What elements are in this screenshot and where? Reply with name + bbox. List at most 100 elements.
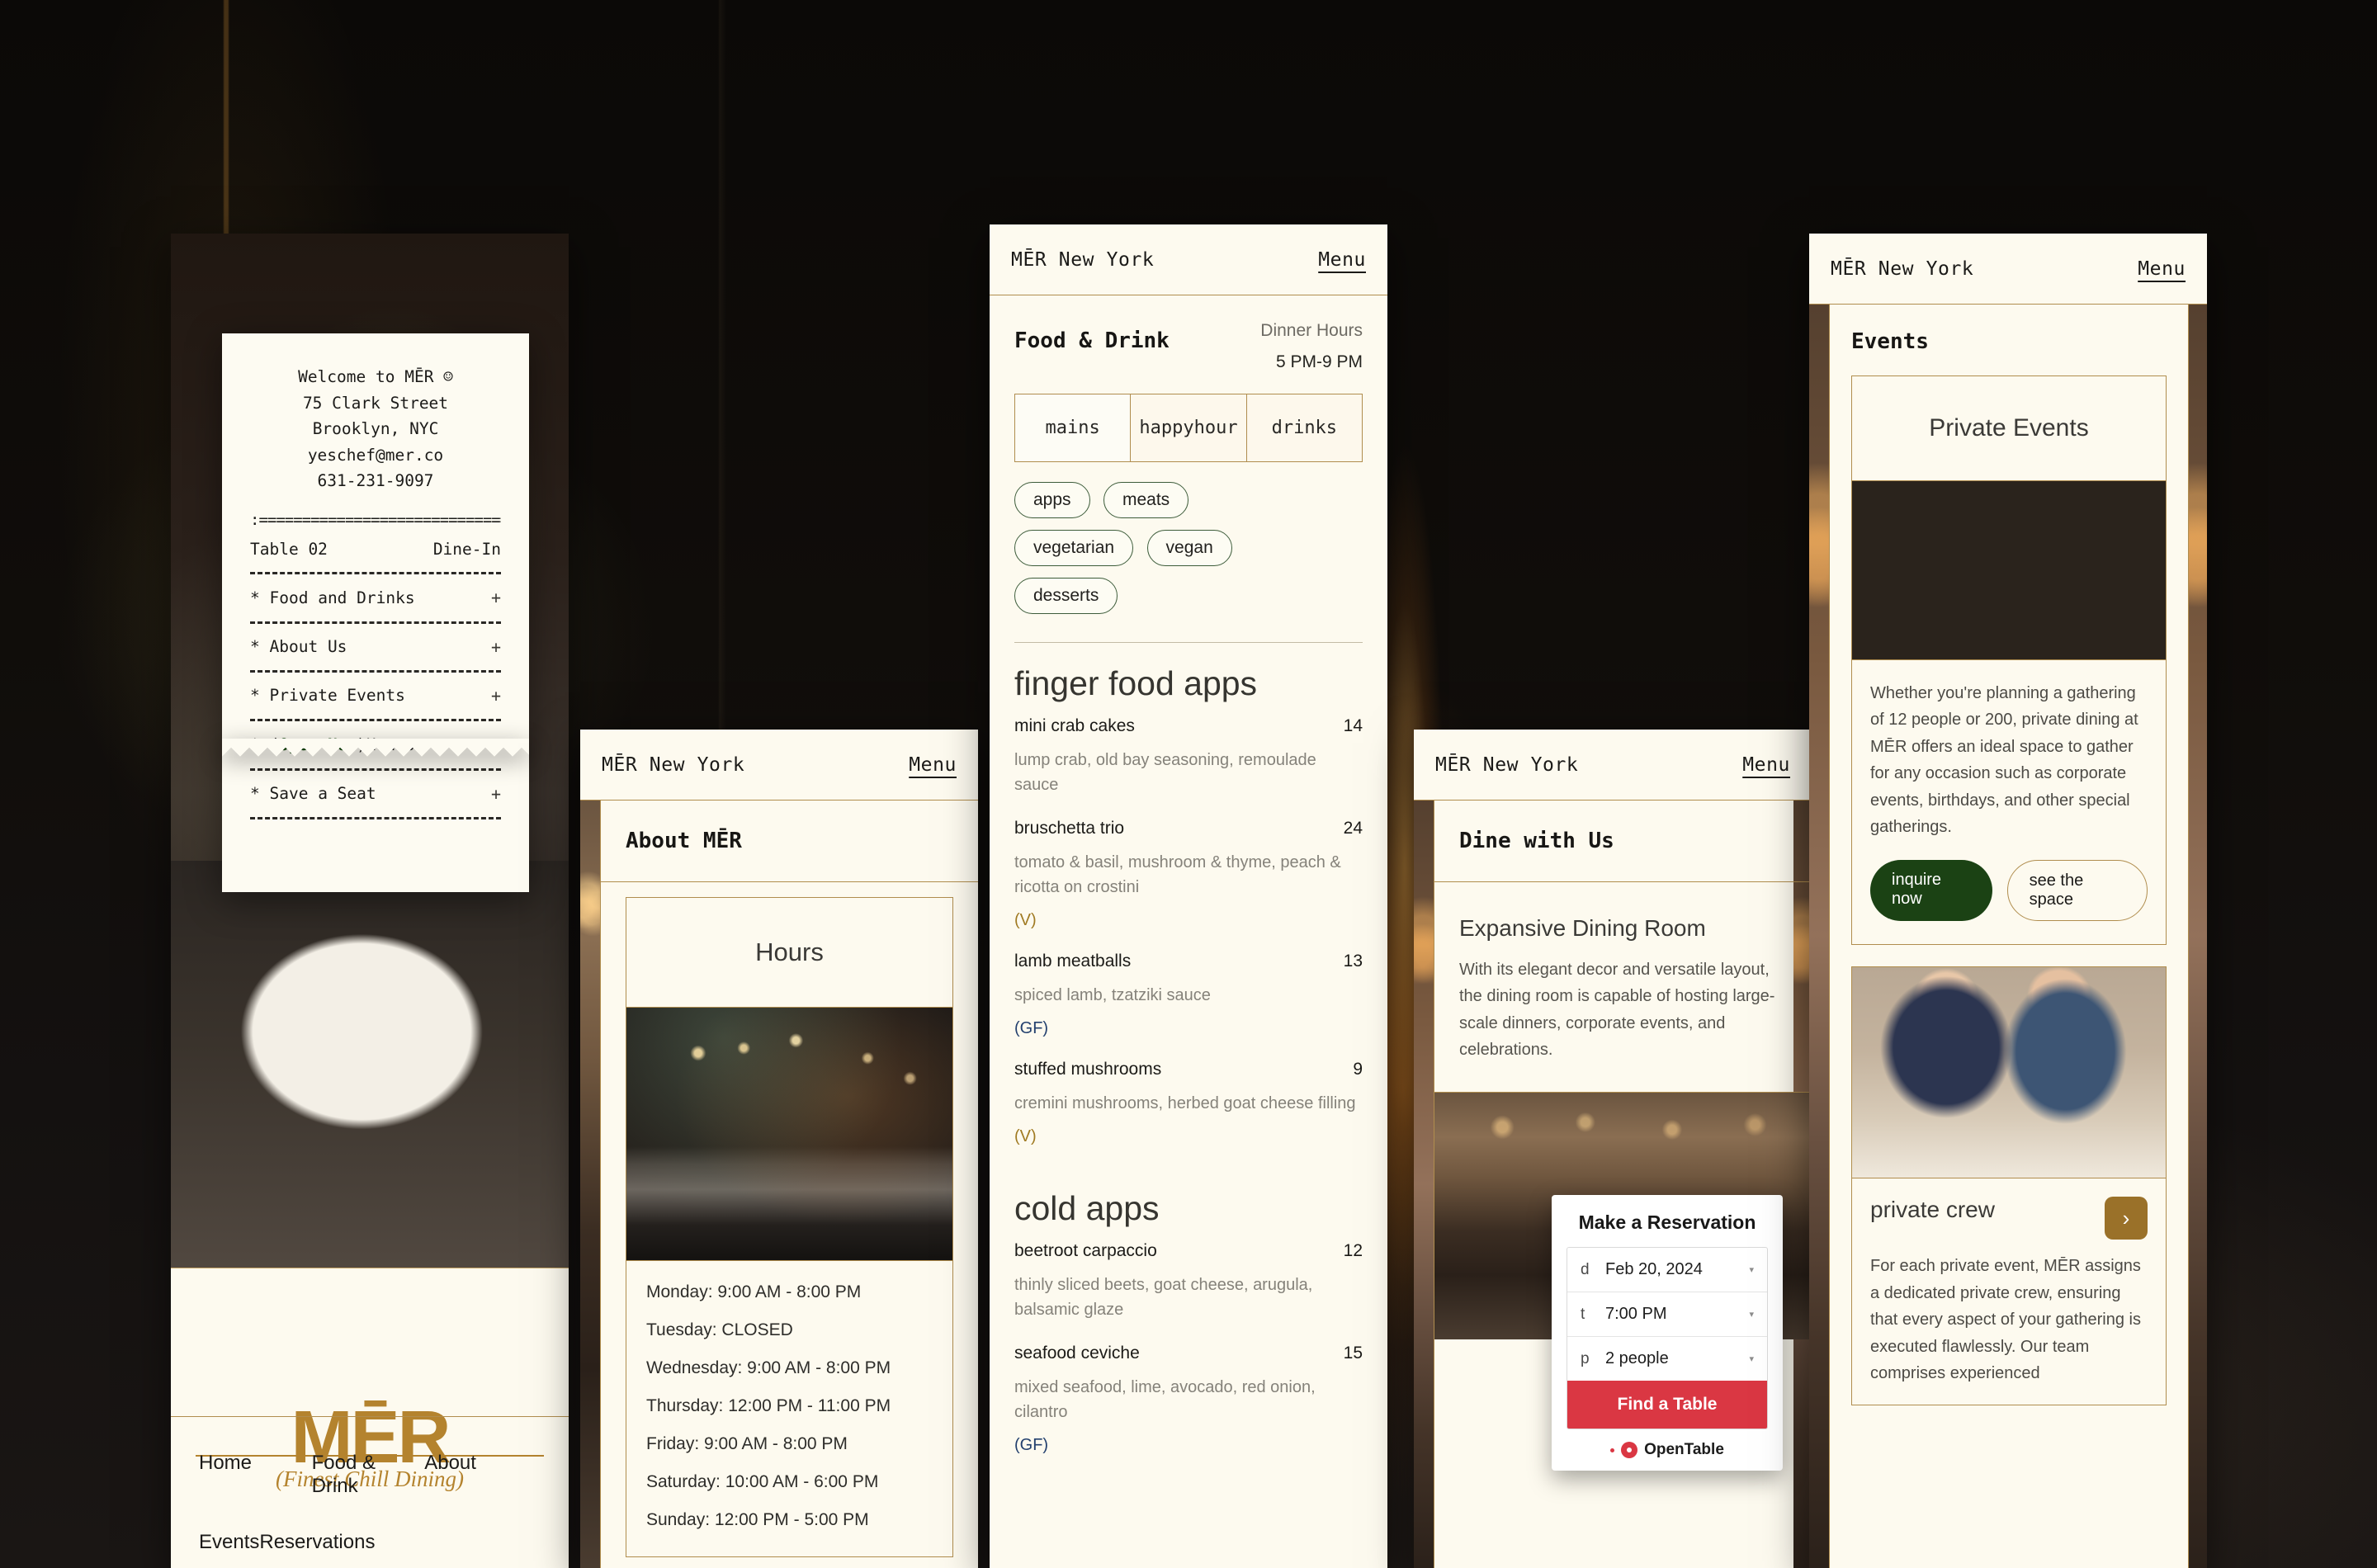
find-a-table-button[interactable]: Find a Table bbox=[1567, 1381, 1767, 1429]
menu-item-desc: tomato & basil, mushroom & thyme, peach … bbox=[1014, 853, 1341, 897]
menu-filter-chips: apps meats vegetarian vegan desserts bbox=[990, 462, 1387, 626]
menu-item-name: beetroot carpaccio bbox=[1014, 1241, 1157, 1261]
reservation-date-field[interactable]: d Feb 20, 2024 ▾ bbox=[1567, 1248, 1767, 1292]
expand-plus-icon[interactable]: + bbox=[491, 781, 501, 807]
receipt-item-label: * About Us bbox=[250, 637, 347, 657]
chevron-down-icon[interactable]: ▾ bbox=[1749, 1353, 1754, 1364]
menu-item-price: 14 bbox=[1343, 716, 1363, 736]
tab-happyhour[interactable]: happyhour bbox=[1130, 394, 1246, 462]
menu-item[interactable]: mini crab cakes 14 lump crab, old bay sea… bbox=[990, 716, 1387, 819]
hours-row: Monday: 9:00 AM - 8:00 PM bbox=[646, 1282, 862, 1301]
menu-item-price: 9 bbox=[1353, 1060, 1363, 1079]
menu-item-desc: mixed seafood, lime, avocado, red onion,… bbox=[1014, 1378, 1316, 1422]
menu-item-price: 12 bbox=[1343, 1241, 1363, 1261]
receipt-street: 75 Clark Street bbox=[302, 393, 449, 413]
menu-item-name: lamb meatballs bbox=[1014, 952, 1132, 971]
about-side-photo bbox=[580, 801, 600, 1568]
footer-link-home[interactable]: Home bbox=[199, 1452, 312, 1498]
hours-row: Thursday: 12:00 PM - 11:00 PM bbox=[646, 1396, 891, 1415]
menu-item[interactable]: bruschetta trio 24 tomato & basil, mushro… bbox=[990, 819, 1387, 952]
receipt-item-label: * Private Events bbox=[250, 686, 405, 706]
inquire-now-button[interactable]: inquire now bbox=[1870, 860, 1992, 922]
reservation-time-field[interactable]: t 7:00 PM ▾ bbox=[1567, 1292, 1767, 1337]
private-crew-desc: For each private event, MĒR assigns a de… bbox=[1870, 1257, 2141, 1382]
phone-screen-events: MĒR New York Menu Events Private Events … bbox=[1809, 234, 2207, 1568]
menu-page-header: Food & Drink Dinner Hours 5 PM-9 PM bbox=[990, 295, 1387, 394]
events-left-photo bbox=[1809, 305, 1829, 1568]
receipt-table-row: Table 02 Dine-In bbox=[250, 536, 501, 563]
reservation-party-field[interactable]: p 2 people ▾ bbox=[1567, 1337, 1767, 1381]
receipt-card: Welcome to MĒR ☺ 75 Clark Street Brookly… bbox=[222, 333, 529, 893]
receipt-separator-equals: :==============================: bbox=[250, 510, 501, 529]
receipt-phone: 631-231-9097 bbox=[317, 471, 434, 491]
menu-item-price: 24 bbox=[1343, 819, 1363, 838]
footer-link-food-drink[interactable]: Food & Drink bbox=[312, 1452, 425, 1498]
home-footer-nav: Home Food & Drink About Events Reservati… bbox=[171, 1416, 569, 1568]
menu-item[interactable]: beetroot carpaccio 12 thinly sliced beets… bbox=[990, 1241, 1387, 1344]
clock-icon: t bbox=[1581, 1305, 1585, 1323]
menu-item-dietary-tag: (V) bbox=[1014, 911, 1037, 930]
hours-row: Wednesday: 9:00 AM - 8:00 PM bbox=[646, 1358, 891, 1377]
receipt-item-private-events[interactable]: * Private Events + bbox=[250, 682, 501, 709]
page-title: Food & Drink bbox=[1014, 328, 1170, 353]
expand-plus-icon[interactable]: + bbox=[491, 584, 501, 611]
menu-item-name: bruschetta trio bbox=[1014, 819, 1125, 838]
menu-item[interactable]: seafood ceviche 15 mixed seafood, lime, a… bbox=[990, 1344, 1387, 1476]
chip-vegan[interactable]: vegan bbox=[1146, 530, 1232, 567]
menu-item-dietary-tag: (GF) bbox=[1014, 1436, 1049, 1455]
receipt-zigzag-edge bbox=[222, 739, 529, 757]
phone-screen-home: MĒR New York Menu Welcome to MĒR ☺ 75 Cl… bbox=[171, 234, 569, 1568]
chevron-down-icon[interactable]: ▾ bbox=[1749, 1264, 1754, 1275]
chip-meats[interactable]: meats bbox=[1103, 482, 1189, 519]
expand-plus-icon[interactable]: + bbox=[491, 634, 501, 660]
hours-row: Tuesday: CLOSED bbox=[646, 1320, 793, 1339]
footer-link-events[interactable]: Events bbox=[199, 1531, 259, 1554]
menu-item-price: 15 bbox=[1343, 1344, 1363, 1363]
page-title: About MĒR bbox=[601, 801, 978, 882]
receipt-divider bbox=[250, 670, 501, 673]
private-events-card: Private Events Whether you're planning a… bbox=[1851, 375, 2167, 946]
menu-item-desc: cremini mushrooms, herbed goat cheese fi… bbox=[1014, 1094, 1356, 1113]
private-events-photo bbox=[1852, 480, 2166, 660]
phone-screen-menu: MĒR New York Menu Food & Drink Dinner Ho… bbox=[990, 224, 1387, 1568]
reservation-title: Make a Reservation bbox=[1578, 1211, 1756, 1233]
tab-mains[interactable]: mains bbox=[1015, 394, 1131, 462]
tab-drinks[interactable]: drinks bbox=[1245, 394, 1362, 462]
receipt-item-label: * Save a Seat bbox=[250, 784, 376, 804]
menu-link[interactable]: Menu bbox=[2138, 258, 2186, 280]
menu-item-name: stuffed mushrooms bbox=[1014, 1060, 1162, 1079]
see-the-space-button[interactable]: see the space bbox=[2006, 860, 2148, 922]
reservation-date-value: Feb 20, 2024 bbox=[1605, 1260, 1703, 1278]
menu-item-desc: thinly sliced beets, goat cheese, arugul… bbox=[1014, 1276, 1313, 1320]
menu-item[interactable]: stuffed mushrooms 9 cremini mushrooms, he… bbox=[990, 1060, 1387, 1168]
menu-link[interactable]: Menu bbox=[909, 754, 957, 776]
menu-link[interactable]: Menu bbox=[1318, 249, 1366, 271]
hours-row: Friday: 9:00 AM - 8:00 PM bbox=[646, 1434, 848, 1453]
hours-card-photo bbox=[626, 1007, 952, 1261]
footer-link-about[interactable]: About bbox=[424, 1452, 537, 1498]
brand-title: MĒR New York bbox=[602, 753, 745, 776]
private-crew-header: private crew › bbox=[1852, 1178, 2166, 1240]
menu-item-desc: spiced lamb, tzatziki sauce bbox=[1014, 986, 1211, 1005]
chip-vegetarian[interactable]: vegetarian bbox=[1014, 530, 1134, 567]
menu-tabs: mains happyhour drinks bbox=[1014, 394, 1363, 463]
menu-link[interactable]: Menu bbox=[1742, 754, 1790, 776]
opentable-branding: OpenTable bbox=[1567, 1441, 1768, 1459]
private-events-title: Private Events bbox=[1929, 414, 2089, 442]
reservation-time-value: 7:00 PM bbox=[1605, 1305, 1667, 1323]
dinner-hours-value: 5 PM-9 PM bbox=[1275, 352, 1363, 371]
footer-link-reservations[interactable]: Reservations bbox=[259, 1531, 375, 1554]
receipt-divider bbox=[250, 767, 501, 771]
receipt-service-type: Dine-In bbox=[432, 539, 501, 559]
chip-apps[interactable]: apps bbox=[1014, 482, 1090, 519]
menu-item[interactable]: lamb meatballs 13 spiced lamb, tzatziki s… bbox=[990, 952, 1387, 1060]
receipt-item-save-a-seat[interactable]: * Save a Seat + bbox=[250, 781, 501, 807]
chevron-right-icon[interactable]: › bbox=[2105, 1197, 2148, 1240]
receipt-welcome: Welcome to MĒR ☺ bbox=[298, 367, 453, 386]
chip-desserts[interactable]: desserts bbox=[1014, 578, 1118, 615]
receipt-item-about-us[interactable]: * About Us + bbox=[250, 634, 501, 660]
chevron-down-icon[interactable]: ▾ bbox=[1749, 1309, 1754, 1320]
expand-plus-icon[interactable]: + bbox=[491, 682, 501, 709]
receipt-divider bbox=[250, 817, 501, 820]
receipt-item-food-and-drinks[interactable]: * Food and Drinks + bbox=[250, 584, 501, 611]
